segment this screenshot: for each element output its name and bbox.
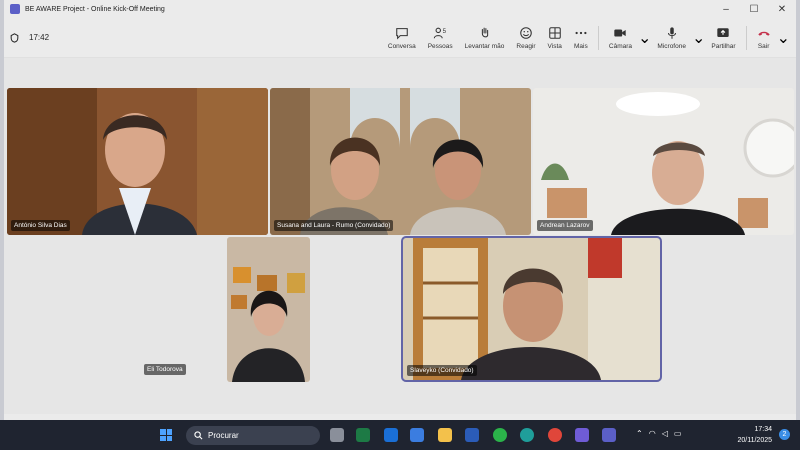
battery-icon[interactable]: ▭ (674, 429, 682, 438)
share-icon (717, 27, 730, 37)
minimize-icon[interactable]: – (712, 4, 740, 15)
store-icon[interactable] (410, 428, 424, 442)
tray-chevron-up-icon[interactable]: ⌃ (636, 429, 643, 438)
participant-name: Susana and Laura - Rumo (Convidado) (274, 220, 394, 231)
participant-name: Slaveyko (Convidado) (407, 365, 477, 376)
file-explorer-icon[interactable] (438, 428, 452, 442)
more-dots-icon (575, 31, 587, 34)
windows-taskbar: Procurar ⌃ ◠ ◁ ▭ 17:34 20/11/2025 2 (0, 420, 800, 450)
camera-label: Câmara (608, 42, 633, 50)
raise-hand-button[interactable]: Levantar mão (459, 26, 511, 50)
notification-badge[interactable]: 2 (779, 429, 790, 440)
react-button[interactable]: Reagir (510, 26, 541, 50)
share-button[interactable]: Partilhar (705, 26, 741, 50)
people-count: 5 (443, 28, 447, 35)
mic-label: Microfone (657, 42, 686, 50)
more-label: Mais (574, 42, 588, 50)
hand-icon (481, 27, 488, 37)
participant-tile[interactable]: António Silva Dias (7, 88, 268, 235)
participant-video (403, 238, 660, 380)
window-title: BE AWARE Project - Online Kick-Off Meeti… (25, 5, 165, 13)
app-icon[interactable] (575, 428, 589, 442)
participant-tile[interactable]: Andrean Lazarov (533, 88, 794, 235)
window-controls: – ☐ ✕ (712, 4, 796, 15)
chat-button[interactable]: Conversa (382, 26, 422, 50)
view-button[interactable]: Vista (542, 26, 568, 50)
chat-label: Conversa (387, 42, 416, 50)
teams-icon[interactable] (602, 428, 616, 442)
participant-tile[interactable] (227, 237, 310, 382)
mic-button[interactable]: Microfone (651, 26, 692, 50)
participant-name: António Silva Dias (11, 220, 70, 231)
clock[interactable]: 17:34 20/11/2025 (737, 424, 772, 446)
grid-view-icon (548, 26, 561, 39)
leave-label: Sair (757, 42, 770, 50)
participant-video (7, 88, 268, 235)
volume-icon[interactable]: ◁ (662, 429, 668, 438)
microphone-icon (667, 26, 676, 39)
outlook-icon[interactable] (384, 428, 398, 442)
people-label: Pessoas (427, 42, 453, 50)
leave-options-chevron-icon[interactable]: ⌄ (777, 28, 790, 48)
taskbar-search-input[interactable]: Procurar (186, 426, 320, 445)
more-button[interactable]: Mais (568, 26, 594, 50)
chat-icon (396, 27, 408, 40)
participant-name: Eli Todorova (144, 364, 186, 375)
people-icon: 5 (433, 27, 447, 38)
participant-name: Andrean Lazarov (537, 220, 593, 231)
close-icon[interactable]: ✕ (768, 4, 796, 15)
leave-button[interactable]: Sair (751, 26, 777, 50)
excel-icon[interactable] (356, 428, 370, 442)
camera-options-chevron-icon[interactable]: ⌄ (638, 28, 651, 48)
participant-video (270, 88, 531, 235)
windows-start-icon[interactable] (160, 429, 172, 441)
meeting-toolbar: 17:42 Conversa 5 Pessoas Levantar mão Re… (4, 18, 796, 58)
search-placeholder: Procurar (208, 431, 239, 440)
meeting-timer: 17:42 (10, 32, 50, 43)
toolbar-divider (745, 25, 747, 50)
wifi-icon[interactable]: ◠ (649, 429, 656, 438)
chrome-icon[interactable] (548, 428, 562, 442)
shield-icon (10, 32, 19, 43)
participant-tile[interactable]: Slaveyko (Convidado) (401, 236, 662, 382)
title-bar: BE AWARE Project - Online Kick-Off Meeti… (4, 0, 796, 18)
clock-date: 20/11/2025 (737, 437, 772, 444)
video-stage: António Silva Dias Susana and Laura - Ru… (4, 58, 796, 414)
search-icon (194, 431, 203, 440)
participant-video (533, 88, 794, 235)
hang-up-icon (757, 31, 770, 36)
task-view-icon[interactable] (330, 428, 344, 442)
toolbar-actions: Conversa 5 Pessoas Levantar mão Reagir V… (382, 25, 790, 50)
share-label: Partilhar (711, 42, 736, 50)
raise-hand-label: Levantar mão (464, 42, 505, 50)
teams-logo-icon (10, 4, 20, 14)
participant-video (227, 237, 310, 382)
people-button[interactable]: 5 Pessoas (422, 26, 459, 50)
react-label: Reagir (516, 42, 536, 50)
mic-options-chevron-icon[interactable]: ⌄ (692, 28, 705, 48)
maximize-icon[interactable]: ☐ (740, 4, 768, 15)
whatsapp-icon[interactable] (493, 428, 507, 442)
toolbar-divider (597, 25, 599, 50)
clock-time: 17:34 (754, 426, 772, 433)
word-icon[interactable] (465, 428, 479, 442)
camera-icon (614, 29, 627, 36)
teams-window: BE AWARE Project - Online Kick-Off Meeti… (4, 0, 796, 420)
system-tray: ⌃ ◠ ◁ ▭ (636, 429, 681, 438)
smiley-icon (520, 26, 532, 39)
participant-tile[interactable]: Susana and Laura - Rumo (Convidado) (270, 88, 531, 235)
view-label: Vista (547, 42, 562, 50)
edge-icon[interactable] (520, 428, 534, 442)
timer-text: 17:42 (29, 33, 50, 42)
camera-button[interactable]: Câmara (603, 26, 638, 50)
